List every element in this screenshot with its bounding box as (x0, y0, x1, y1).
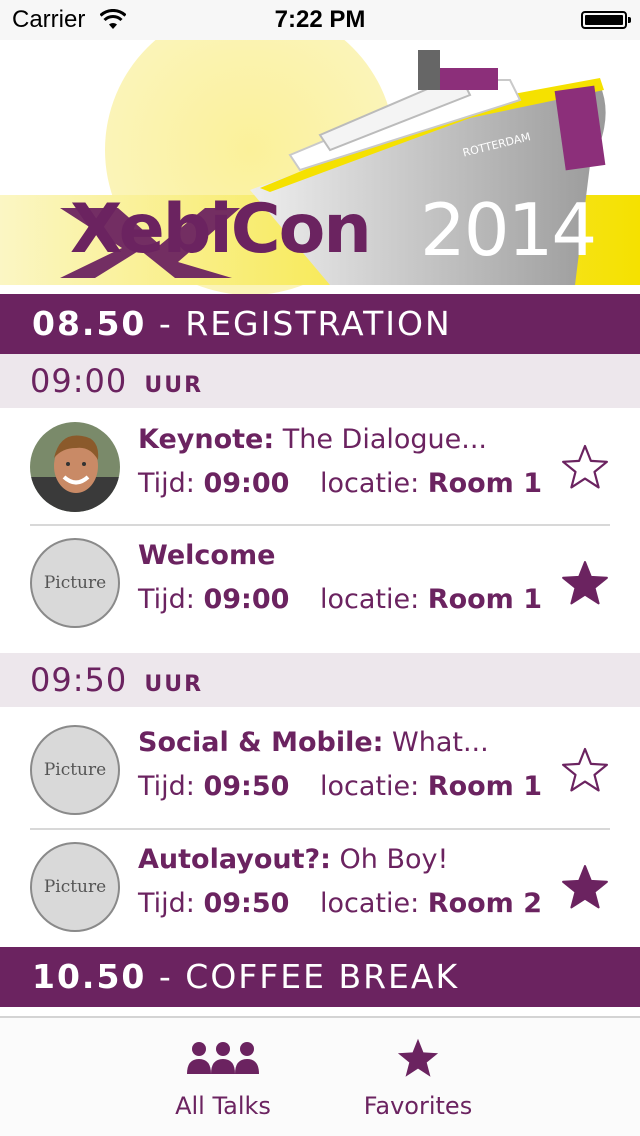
location-label: locatie: (320, 584, 428, 615)
session-time: 08.50 (32, 304, 147, 343)
talk-location: Room 1 (427, 468, 543, 499)
talk-title-rest: The Dialogue... (274, 424, 488, 455)
talk-location: Room 2 (427, 888, 543, 919)
location-label: locatie: (320, 468, 428, 499)
time-label: Tijd: (138, 584, 204, 615)
time-label: Tijd: (138, 468, 204, 499)
time-group-suffix: UUR (144, 672, 204, 697)
speaker-photo (30, 422, 120, 512)
time-group-header: 09:50 UUR (0, 653, 640, 707)
star-icon (397, 1038, 439, 1077)
talk-time: 09:50 (203, 771, 290, 802)
conference-banner: ROTTERDAM XebiCon 2014 (0, 40, 640, 294)
session-time: 10.50 (32, 957, 147, 996)
tab-label: Favorites (363, 1092, 473, 1120)
session-separator: - (146, 957, 186, 996)
talk-title: Social & Mobile: What... (138, 727, 489, 758)
talk-row[interactable]: Picture Welcome Tijd: 09:00 locatie: Roo… (0, 526, 640, 640)
favorite-star-outline-icon[interactable] (560, 746, 610, 794)
logo-text: XebiCon (70, 190, 372, 269)
speaker-photo-placeholder: Picture (30, 538, 120, 628)
session-header: 10.50 - COFFEE BREAK (0, 947, 640, 1007)
speaker-photo-placeholder: Picture (30, 725, 120, 815)
talk-title-bold: Welcome (138, 540, 276, 571)
location-label: locatie: (320, 888, 428, 919)
battery-icon (581, 11, 631, 29)
talk-title-rest: Oh Boy! (330, 844, 449, 875)
clock: 7:22 PM (274, 6, 366, 33)
talk-location: Room 1 (427, 584, 543, 615)
time-label: Tijd: (138, 771, 204, 802)
talk-title: Welcome (138, 540, 275, 571)
session-header: 08.50 - REGISTRATION (0, 294, 640, 354)
favorite-star-outline-icon[interactable] (560, 443, 610, 491)
talk-title-bold: Autolayout?: (138, 844, 331, 875)
talk-title: Keynote: The Dialogue... (138, 424, 487, 455)
talk-title-bold: Keynote: (138, 424, 275, 455)
talk-meta: Tijd: 09:00 locatie: Room 1 (138, 468, 542, 499)
time-group-suffix: UUR (144, 373, 204, 398)
talk-title: Autolayout?: Oh Boy! (138, 844, 448, 875)
session-label: COFFEE BREAK (185, 957, 460, 996)
time-label: Tijd: (138, 888, 204, 919)
people-icon (187, 1042, 259, 1074)
talk-title-rest: What... (383, 727, 489, 758)
talk-meta: Tijd: 09:00 locatie: Room 1 (138, 584, 542, 615)
status-bar: Carrier 7:22 PM (0, 0, 640, 40)
talk-row[interactable]: Keynote: The Dialogue... Tijd: 09:00 loc… (0, 410, 640, 524)
talk-time: 09:50 (203, 888, 290, 919)
talk-title-bold: Social & Mobile: (138, 727, 384, 758)
logo-year: 2014 (420, 188, 597, 272)
favorite-star-filled-icon[interactable] (560, 559, 610, 607)
talk-row[interactable]: Picture Autolayout?: Oh Boy! Tijd: 09:50… (0, 830, 640, 944)
tab-all-talks[interactable]: All Talks (143, 1018, 303, 1136)
tab-favorites[interactable]: Favorites (338, 1018, 498, 1136)
talk-row[interactable]: Picture Social & Mobile: What... Tijd: 0… (0, 713, 640, 827)
time-group-time: 09:50 (30, 661, 128, 699)
location-label: locatie: (320, 771, 428, 802)
talk-time: 09:00 (203, 468, 290, 499)
talk-meta: Tijd: 09:50 locatie: Room 1 (138, 771, 542, 802)
time-group-time: 09:00 (30, 362, 128, 400)
talk-location: Room 1 (427, 771, 543, 802)
session-label: REGISTRATION (185, 304, 452, 343)
speaker-photo-placeholder: Picture (30, 842, 120, 932)
talk-time: 09:00 (203, 584, 290, 615)
tab-label: All Talks (175, 1092, 271, 1120)
session-separator: - (146, 304, 186, 343)
talk-meta: Tijd: 09:50 locatie: Room 2 (138, 888, 542, 919)
favorite-star-filled-icon[interactable] (560, 863, 610, 911)
tab-bar: All Talks Favorites (0, 1016, 640, 1136)
time-group-header: 09:00 UUR (0, 354, 640, 408)
